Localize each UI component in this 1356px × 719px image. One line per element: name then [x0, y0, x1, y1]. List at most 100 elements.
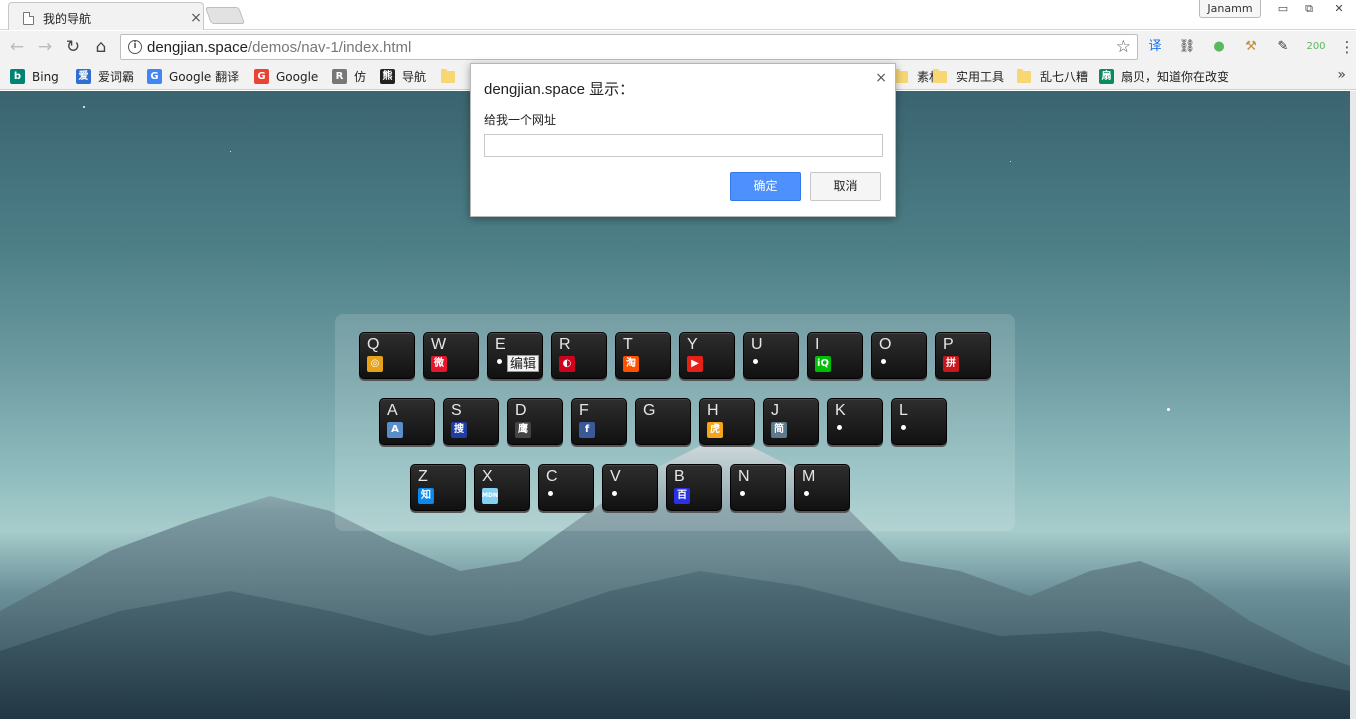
url-prompt-input[interactable]	[484, 134, 883, 157]
folder-icon	[933, 68, 947, 83]
bookmark-label: 扇贝，知道你在改变	[1121, 70, 1230, 84]
tab-strip: 我的导航 × Janamm ▭ ⧉ ✕	[0, 0, 1356, 30]
key-letter: P	[943, 336, 954, 353]
key-l[interactable]: L	[891, 398, 947, 445]
key-letter: C	[546, 468, 558, 485]
key-b[interactable]: B百	[666, 464, 722, 511]
window-close-button[interactable]: ✕	[1326, 0, 1352, 18]
key-t[interactable]: T淘	[615, 332, 671, 379]
profile-button[interactable]: Janamm	[1199, 0, 1261, 18]
dot-icon	[612, 491, 617, 496]
key-letter: X	[482, 468, 493, 485]
key-c[interactable]: C	[538, 464, 594, 511]
bookmark-star-icon[interactable]: ☆	[1116, 37, 1131, 57]
key-letter: T	[623, 336, 633, 353]
bookmark-item[interactable]: G Google 翻译	[147, 67, 239, 86]
key-letter: Z	[418, 468, 428, 485]
key-n[interactable]: N	[730, 464, 786, 511]
key-f[interactable]: Ff	[571, 398, 627, 445]
key-v[interactable]: V	[602, 464, 658, 511]
key-j[interactable]: J简	[763, 398, 819, 445]
dot-icon	[753, 359, 758, 364]
page-scrollbar[interactable]	[1350, 91, 1356, 719]
keyboard-panel: Q ◎ W 微 E 编辑 R ◐ T 淘 Y ▶ U IiQ O P 拼 A A S 搜 D 鹰 Ff G H 虎 J 简 K L Z 知 X MD…	[335, 314, 1015, 531]
forward-button[interactable]: →	[34, 36, 56, 58]
key-h[interactable]: H虎	[699, 398, 755, 445]
bookmark-label: Google 翻译	[169, 70, 240, 84]
tab-close-icon[interactable]: ×	[189, 10, 203, 26]
tab-title: 我的导航	[43, 11, 92, 26]
dot-icon	[497, 359, 502, 364]
key-letter: F	[579, 402, 589, 419]
key-e[interactable]: E 编辑	[487, 332, 543, 379]
key-p[interactable]: P拼	[935, 332, 991, 379]
mdn-icon: MDN	[482, 488, 498, 504]
bookmark-folder[interactable]	[441, 67, 464, 86]
home-button[interactable]: ⌂	[90, 36, 112, 58]
link-extension-icon[interactable]: ⛓	[1178, 38, 1196, 56]
bookmark-label: Bing	[32, 69, 59, 84]
bookmark-label: Google	[276, 69, 319, 84]
prompt-dialog: dengjian.space 显示： × 给我一个网址 确定 取消	[470, 63, 896, 217]
key-z[interactable]: Z知	[410, 464, 466, 511]
key-g[interactable]: G	[635, 398, 691, 445]
confirm-button[interactable]: 确定	[730, 172, 801, 201]
bookmark-folder[interactable]: 实用工具	[933, 67, 1004, 86]
bookmark-item[interactable]: R仿	[332, 67, 366, 86]
address-bar[interactable]: i dengjian.space/demos/nav-1/index.html …	[120, 34, 1138, 60]
bookmark-label: 乱七八糟	[1040, 70, 1089, 84]
folder-icon	[1017, 68, 1031, 83]
baidu-icon: 百	[674, 488, 690, 504]
key-u[interactable]: U	[743, 332, 799, 379]
folder-icon	[894, 68, 908, 83]
folder-icon	[441, 68, 455, 83]
bookmark-item[interactable]: 扇扇贝，知道你在改变	[1099, 67, 1229, 86]
site-info-icon[interactable]: i	[128, 40, 142, 54]
zhihu-icon: 知	[418, 488, 434, 504]
green-dot-icon[interactable]: ●	[1210, 38, 1228, 56]
translate-icon[interactable]: 译	[1146, 38, 1164, 56]
back-button[interactable]: ←	[6, 36, 28, 58]
bookmark-item[interactable]: 爱爱词霸	[76, 67, 134, 86]
key-letter: S	[451, 402, 462, 419]
bookmark-favicon-icon: G	[254, 69, 269, 84]
bookmarks-overflow-icon[interactable]: »	[1337, 67, 1346, 83]
restore-button[interactable]: ⧉	[1296, 0, 1322, 18]
key-s[interactable]: S搜	[443, 398, 499, 445]
key-letter: L	[899, 402, 908, 419]
key-i[interactable]: IiQ	[807, 332, 863, 379]
new-tab-button[interactable]	[204, 7, 246, 24]
key-m[interactable]: M	[794, 464, 850, 511]
dot-icon	[548, 491, 553, 496]
active-tab[interactable]: 我的导航 ×	[8, 2, 204, 30]
hammer-icon[interactable]: ⚒	[1242, 38, 1260, 56]
key-a[interactable]: AA	[379, 398, 435, 445]
url-text[interactable]: dengjian.space/demos/nav-1/index.html	[147, 39, 411, 56]
sohu-icon: 搜	[451, 422, 467, 438]
menu-icon[interactable]: ⋮	[1338, 38, 1356, 56]
key-d[interactable]: D鹰	[507, 398, 563, 445]
key-letter: H	[707, 402, 719, 419]
key-letter: R	[559, 336, 571, 353]
key-edit-label[interactable]: 编辑	[507, 355, 540, 372]
key-k[interactable]: K	[827, 398, 883, 445]
key-w[interactable]: W微	[423, 332, 479, 379]
cancel-button[interactable]: 取消	[810, 172, 881, 201]
key-y[interactable]: Y ▶	[679, 332, 735, 379]
reload-button[interactable]: ↻	[62, 36, 84, 58]
pen-icon[interactable]: ✎	[1274, 38, 1292, 56]
bookmark-label: 导航	[402, 70, 427, 84]
weibo-icon: 微	[431, 356, 447, 372]
key-q[interactable]: Q ◎	[359, 332, 415, 379]
bookmark-folder[interactable]: 乱七八糟	[1017, 67, 1088, 86]
bookmark-item[interactable]: b Bing	[10, 67, 59, 86]
key-x[interactable]: X MDN	[474, 464, 530, 511]
bookmark-item[interactable]: G Google	[254, 67, 318, 86]
key-r[interactable]: R ◐	[551, 332, 607, 379]
key-letter: K	[835, 402, 846, 419]
key-o[interactable]: O	[871, 332, 927, 379]
minimize-button[interactable]: ▭	[1270, 0, 1296, 18]
bookmark-item[interactable]: 熊导航	[380, 67, 426, 86]
dialog-close-icon[interactable]: ×	[875, 70, 887, 86]
key-letter: J	[771, 402, 779, 419]
